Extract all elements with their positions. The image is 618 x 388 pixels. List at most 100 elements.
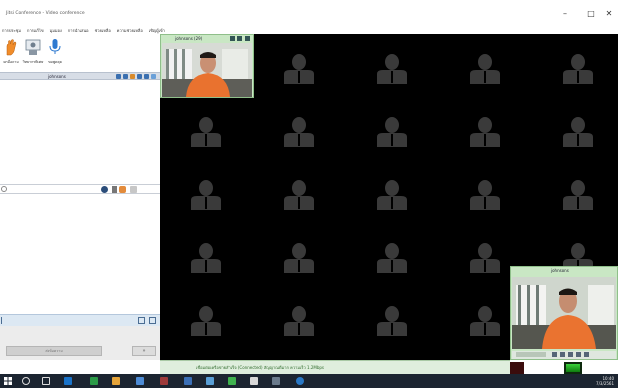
raise-hand-label: ยกมือถาม (3, 60, 19, 64)
divider-icon (112, 186, 117, 193)
taskbar: 10:40 7/3/2561 (0, 374, 618, 388)
settings-icon[interactable] (568, 352, 573, 357)
settings-icon[interactable] (137, 74, 142, 79)
menu-item-conference[interactable]: การประชุม (2, 27, 21, 34)
participant-placeholder-icon (470, 180, 500, 210)
remote-video-frame (162, 43, 252, 97)
participant-placeholder-icon (377, 180, 407, 210)
local-video-title: johnsons (551, 268, 569, 273)
connection-status: เชื่อมต่อเครือข่ายสำเร็จ (Connected) สัญ… (196, 365, 324, 370)
expand-icon[interactable] (151, 74, 156, 79)
hand-icon[interactable] (130, 74, 135, 79)
video-icon[interactable] (116, 74, 121, 79)
participant-placeholder-icon (284, 54, 314, 84)
emoji-icon[interactable] (101, 186, 108, 193)
mic-icon[interactable] (230, 36, 235, 41)
audio-level-bar (566, 364, 580, 372)
chat-input-row (0, 184, 160, 194)
send-icon[interactable] (130, 186, 137, 193)
title-bar: Jitsi Conference - Video conference – □ … (0, 0, 618, 26)
local-video-controls (512, 351, 616, 359)
participant-placeholder-icon (377, 54, 407, 84)
presenter-label: วิทยากรพิเศษ (22, 60, 44, 64)
window-title: Jitsi Conference - Video conference (6, 11, 85, 16)
search-icon[interactable] (22, 377, 30, 385)
conference-app-icon[interactable] (296, 377, 304, 385)
menu-item-present[interactable]: การนำเสนอ (68, 27, 89, 34)
participant-placeholder-icon (563, 54, 593, 84)
chat-input[interactable] (9, 186, 97, 193)
menu-item-edit[interactable]: การแก้ไข (27, 27, 44, 34)
cursor-icon (1, 317, 6, 324)
attach-icon[interactable] (119, 186, 126, 193)
speaker-icon[interactable] (552, 352, 557, 357)
record-icon[interactable] (576, 352, 581, 357)
minimize-button[interactable]: – (558, 8, 572, 20)
chat-status-icon (1, 186, 7, 192)
request-talk-button[interactable]: ขอพูดคุย (44, 38, 66, 68)
participants-list (0, 80, 160, 184)
menu-item-help[interactable]: ความช่วยเหลือ (117, 27, 143, 34)
store-icon[interactable] (206, 377, 214, 385)
chrome-icon[interactable] (90, 377, 98, 385)
audio-in-meter (510, 362, 524, 374)
chat-send-area: ส่งข้อความ » (0, 326, 160, 360)
menu-item-view[interactable]: มุมมอง (50, 27, 62, 34)
copy-icon[interactable] (138, 317, 145, 324)
maximize-button[interactable]: □ (584, 8, 598, 20)
presenter-icon (25, 38, 41, 56)
participant-placeholder-icon (470, 54, 500, 84)
presenter-button[interactable]: วิทยากรพิเศษ (22, 38, 44, 68)
participant-placeholder-icon (470, 117, 500, 147)
video-grid: johnsons (29) johnsons (160, 34, 618, 360)
volume-slider[interactable] (516, 352, 546, 357)
participant-placeholder-icon (377, 306, 407, 336)
mail-icon[interactable] (136, 377, 144, 385)
media-icon[interactable] (160, 377, 168, 385)
list-icon[interactable] (144, 74, 149, 79)
mute-icon[interactable] (560, 352, 565, 357)
app2-icon[interactable] (272, 377, 280, 385)
participant-placeholder-icon (470, 243, 500, 273)
folder-icon[interactable] (112, 377, 120, 385)
send-message-button[interactable]: ส่งข้อความ (6, 346, 102, 356)
notepad-icon[interactable] (250, 377, 258, 385)
participants-header: johnsons (0, 72, 160, 80)
participant-placeholder-icon (191, 180, 221, 210)
status-bar: เชื่อมต่อเครือข่ายสำเร็จ (Connected) สัญ… (160, 360, 510, 374)
request-talk-label: ขอพูดคุย (48, 60, 62, 64)
app-icon[interactable] (184, 377, 192, 385)
participants-header-label: johnsons (48, 74, 66, 79)
local-video-window[interactable]: johnsons (510, 266, 618, 360)
participant-placeholder-icon (563, 180, 593, 210)
participant-placeholder-icon (377, 117, 407, 147)
close-video-icon[interactable] (245, 36, 250, 41)
participant-placeholder-icon (563, 117, 593, 147)
menu-item-tools[interactable]: ช่วยเหลือ (95, 27, 111, 34)
local-video-titlebar: johnsons (511, 267, 617, 275)
raise-hand-button[interactable]: ยกมือถาม (0, 38, 22, 68)
more-button[interactable]: » (132, 346, 156, 356)
participant-placeholder-icon (191, 243, 221, 273)
chat-history (0, 194, 160, 314)
remote-video-window[interactable]: johnsons (29) (160, 34, 254, 98)
audio-icon[interactable] (123, 74, 128, 79)
fullscreen-icon[interactable] (584, 352, 589, 357)
green-app-icon[interactable] (228, 377, 236, 385)
participant-placeholder-icon (191, 306, 221, 336)
remote-video-titlebar: johnsons (29) (161, 35, 253, 43)
participant-placeholder-icon (284, 306, 314, 336)
participant-placeholder-icon (284, 243, 314, 273)
camera-icon[interactable] (237, 36, 242, 41)
window-icon[interactable] (149, 317, 156, 324)
edge-icon[interactable] (64, 377, 72, 385)
close-button[interactable]: ✕ (602, 8, 616, 20)
task-view-icon[interactable] (42, 377, 50, 385)
taskbar-clock[interactable]: 10:40 7/3/2561 (596, 376, 614, 386)
toolbar: ยกมือถาม วิทยากรพิเศษ ขอพูดคุย (0, 36, 160, 70)
menu-item-invite[interactable]: เชิญผู้เข้า (149, 27, 165, 34)
participant-placeholder-icon (284, 180, 314, 210)
windows-start-icon[interactable] (4, 377, 12, 385)
participant-placeholder-icon (191, 117, 221, 147)
local-video-frame (512, 277, 616, 349)
